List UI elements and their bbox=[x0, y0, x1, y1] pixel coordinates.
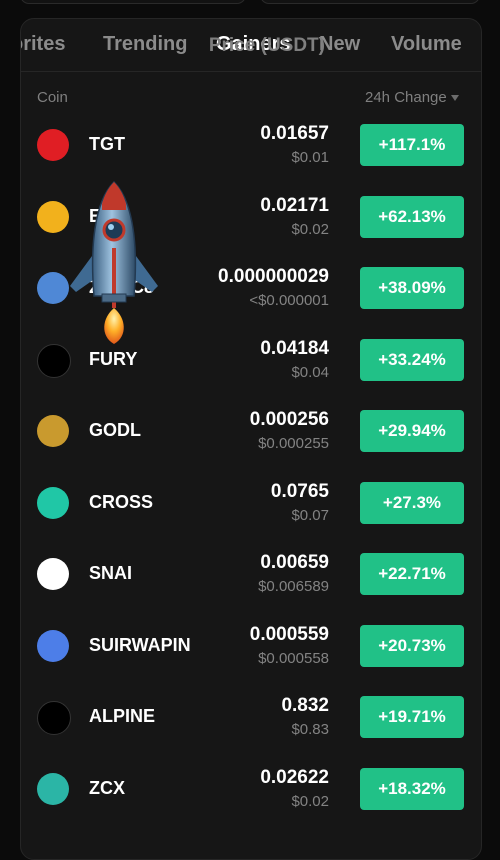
coin-symbol: CROSS bbox=[89, 491, 154, 512]
top-pill-right[interactable] bbox=[260, 0, 480, 4]
change-badge[interactable]: +19.71% bbox=[360, 696, 464, 738]
zcx-logo-icon bbox=[37, 772, 69, 805]
coin-row[interactable]: GODL 0.000256 $0.000255 +29.94% bbox=[21, 393, 481, 465]
change-badge[interactable]: +27.3% bbox=[360, 481, 464, 524]
suirwapin-logo-icon bbox=[37, 629, 69, 662]
coin-usd-price: $0.000255 bbox=[258, 435, 329, 452]
coin-usd-price: $0.04 bbox=[291, 363, 329, 381]
sort-down-icon bbox=[450, 95, 459, 102]
coin-symbol: ZCX bbox=[89, 777, 125, 798]
coin-symbol: ZU CC8 bbox=[89, 277, 155, 297]
coin-price: 0.02622 bbox=[260, 766, 329, 788]
coin-row[interactable]: ZU CC8 0.000000029 <$0.000001 +38.09% bbox=[21, 250, 481, 322]
coin-symbol: FURY bbox=[89, 348, 138, 369]
cross-logo-icon bbox=[37, 486, 69, 519]
snai-logo-icon bbox=[37, 558, 69, 590]
coin-usd-price: $0.02 bbox=[291, 792, 329, 810]
column-header-change-label: 24h Change bbox=[365, 89, 447, 106]
coin-row[interactable]: SUIRWAPIN 0.000559 $0.000558 +20.73% bbox=[21, 608, 481, 680]
tab-divider bbox=[21, 71, 481, 72]
coin-usd-price: $0.000558 bbox=[258, 649, 329, 667]
change-badge[interactable]: +62.13% bbox=[360, 195, 464, 238]
coin-row[interactable]: E 0.02171 $0.02 +62.13% bbox=[21, 179, 481, 251]
godl-logo-icon bbox=[37, 415, 69, 447]
change-badge[interactable]: +33.24% bbox=[360, 338, 464, 381]
coin-row[interactable]: FURY 0.04184 $0.04 +33.24% bbox=[21, 322, 481, 394]
tab-new[interactable]: New bbox=[319, 33, 360, 56]
column-header-change[interactable]: 24h Change bbox=[365, 89, 459, 106]
coin-row[interactable]: ZCX 0.02622 $0.02 +18.32% bbox=[21, 751, 481, 823]
coin-price: 0.832 bbox=[281, 695, 329, 716]
coin-price: 0.0765 bbox=[270, 480, 329, 502]
coin-symbol: GODL bbox=[89, 420, 141, 440]
coin-symbol: SNAI bbox=[89, 563, 133, 583]
tab-trending[interactable]: Trending bbox=[103, 33, 187, 56]
coin-symbol: E bbox=[89, 205, 102, 226]
coin-row[interactable]: CROSS 0.0765 $0.07 +27.3% bbox=[21, 465, 481, 537]
coin-symbol: TGT bbox=[89, 134, 125, 154]
change-badge[interactable]: +20.73% bbox=[360, 624, 464, 667]
tgt-logo-icon bbox=[37, 129, 69, 161]
change-badge[interactable]: +22.71% bbox=[360, 553, 464, 595]
coin-row[interactable]: SNAI 0.00659 $0.006589 +22.71% bbox=[21, 536, 481, 608]
coin-usd-price: $0.02 bbox=[291, 220, 329, 238]
change-badge[interactable]: +38.09% bbox=[360, 267, 464, 309]
coin-row[interactable]: ALPINE 0.832 $0.83 +19.71% bbox=[21, 679, 481, 751]
coin-usd-price: $0.07 bbox=[291, 506, 329, 524]
coin-price: 0.01657 bbox=[260, 123, 329, 144]
coin-price: 0.000000029 bbox=[218, 266, 329, 287]
coin-usd-price: $0.006589 bbox=[258, 578, 329, 595]
coin-price: 0.02171 bbox=[260, 194, 329, 216]
coin-usd-price: $0.83 bbox=[291, 721, 329, 738]
coin-price: 0.00659 bbox=[260, 552, 329, 573]
coin-usd-price: $0.01 bbox=[291, 149, 329, 166]
coin-symbol: ALPINE bbox=[89, 706, 156, 726]
alpine-logo-icon bbox=[37, 701, 71, 735]
change-badge[interactable]: +117.1% bbox=[360, 124, 464, 166]
coin-price: 0.04184 bbox=[260, 337, 329, 359]
fury-logo-icon bbox=[37, 343, 71, 378]
market-panel: orites Trending Gainers New Volume Coin … bbox=[20, 18, 482, 860]
coin-row[interactable]: TGT 0.01657 $0.01 +117.1% bbox=[21, 107, 481, 179]
column-header-price: Price (USDT) bbox=[208, 35, 325, 56]
coin-e-logo-icon bbox=[37, 200, 69, 233]
column-header-coin: Coin bbox=[37, 89, 68, 106]
tab-volume[interactable]: Volume bbox=[391, 33, 462, 56]
dog-logo-icon bbox=[37, 272, 69, 304]
coin-usd-price: <$0.000001 bbox=[249, 292, 329, 309]
change-badge[interactable]: +29.94% bbox=[360, 410, 464, 452]
coin-price: 0.000256 bbox=[249, 409, 329, 430]
tab-favorites[interactable]: orites bbox=[21, 33, 65, 56]
change-badge[interactable]: +18.32% bbox=[360, 767, 464, 810]
coin-price: 0.000559 bbox=[249, 623, 329, 645]
coin-symbol: SUIRWAPIN bbox=[89, 634, 191, 655]
top-pill-left[interactable] bbox=[20, 0, 246, 4]
